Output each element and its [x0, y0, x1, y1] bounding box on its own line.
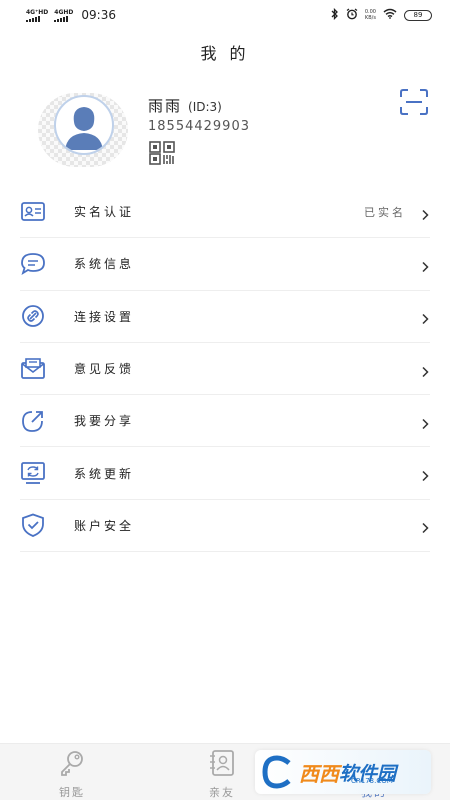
- menu-item-real-name[interactable]: 实名认证 已实名: [20, 186, 430, 239]
- sim2-signal-icon: 4GHD: [54, 9, 73, 22]
- status-bar: 4G⁺HD 4GHD 09:36 0.00 KB/s 89: [0, 0, 450, 30]
- page-title: 我 的: [200, 44, 250, 63]
- wifi-icon: [383, 8, 397, 22]
- sim1-signal-icon: 4G⁺HD: [26, 9, 48, 22]
- menu-item-system-update[interactable]: 系统更新: [20, 447, 430, 500]
- bluetooth-icon: [331, 7, 339, 23]
- chevron-right-icon: [420, 206, 430, 220]
- menu-item-label: 系统信息: [74, 257, 135, 272]
- shield-icon: [20, 512, 46, 538]
- contacts-icon: [208, 750, 236, 780]
- qr-code-icon[interactable]: [148, 141, 182, 165]
- chevron-right-icon: [420, 258, 430, 272]
- chevron-right-icon: [420, 310, 430, 325]
- feedback-mail-icon: [20, 356, 46, 382]
- user-id: (ID:3): [188, 100, 222, 114]
- tab-keys[interactable]: 钥匙: [58, 750, 86, 800]
- battery-indicator: 89: [404, 9, 432, 21]
- watermark-logo: 西西 软件园 CR173.COM: [255, 750, 431, 794]
- link-icon: [20, 303, 46, 329]
- user-name-row: 雨雨 (ID:3): [148, 95, 222, 116]
- share-icon: [20, 408, 46, 434]
- menu-item-label: 系统更新: [74, 466, 135, 481]
- menu-item-share[interactable]: 我要分享: [20, 395, 430, 448]
- menu-item-label: 连接设置: [74, 309, 135, 324]
- update-icon: [20, 460, 46, 486]
- chevron-right-icon: [420, 363, 430, 377]
- watermark-sub: CR173.COM: [351, 777, 393, 785]
- menu-item-label: 账户安全: [74, 518, 135, 533]
- menu-item-label: 我要分享: [74, 414, 135, 429]
- chevron-right-icon: [420, 415, 430, 429]
- key-icon: [58, 750, 86, 780]
- scan-button[interactable]: [400, 89, 428, 115]
- scan-icon: [400, 89, 428, 115]
- menu-item-account-security[interactable]: 账户安全: [20, 500, 430, 553]
- chevron-right-icon: [420, 467, 430, 482]
- status-time: 09:36: [81, 8, 116, 22]
- menu-item-label: 意见反馈: [74, 362, 135, 377]
- id-card-icon: [20, 199, 46, 225]
- tab-label: 钥匙: [59, 786, 85, 799]
- menu-item-feedback[interactable]: 意见反馈: [20, 343, 430, 396]
- real-name-status: 已实名: [364, 205, 406, 219]
- menu-item-label: 实名认证: [74, 205, 135, 220]
- user-name: 雨雨: [148, 97, 183, 115]
- tab-label: 亲友: [209, 786, 235, 799]
- settings-menu: 实名认证 已实名 系统信息 连接设置 意见反馈 我要分享 系统更新 账户安全: [20, 186, 430, 553]
- tab-friends[interactable]: 亲友: [208, 750, 236, 800]
- user-phone: 18554429903: [148, 119, 250, 134]
- menu-item-system-info[interactable]: 系统信息: [20, 238, 430, 291]
- alarm-icon: [346, 8, 358, 23]
- watermark-c-logo-icon: [262, 755, 291, 789]
- chevron-right-icon: [420, 519, 430, 534]
- avatar[interactable]: [38, 93, 128, 167]
- net-speed: 0.00 KB/s: [364, 9, 376, 21]
- message-icon: [20, 251, 46, 277]
- default-avatar-icon: [54, 95, 114, 155]
- menu-item-connection-settings[interactable]: 连接设置: [20, 291, 430, 343]
- watermark-text-a: 西西: [299, 761, 339, 786]
